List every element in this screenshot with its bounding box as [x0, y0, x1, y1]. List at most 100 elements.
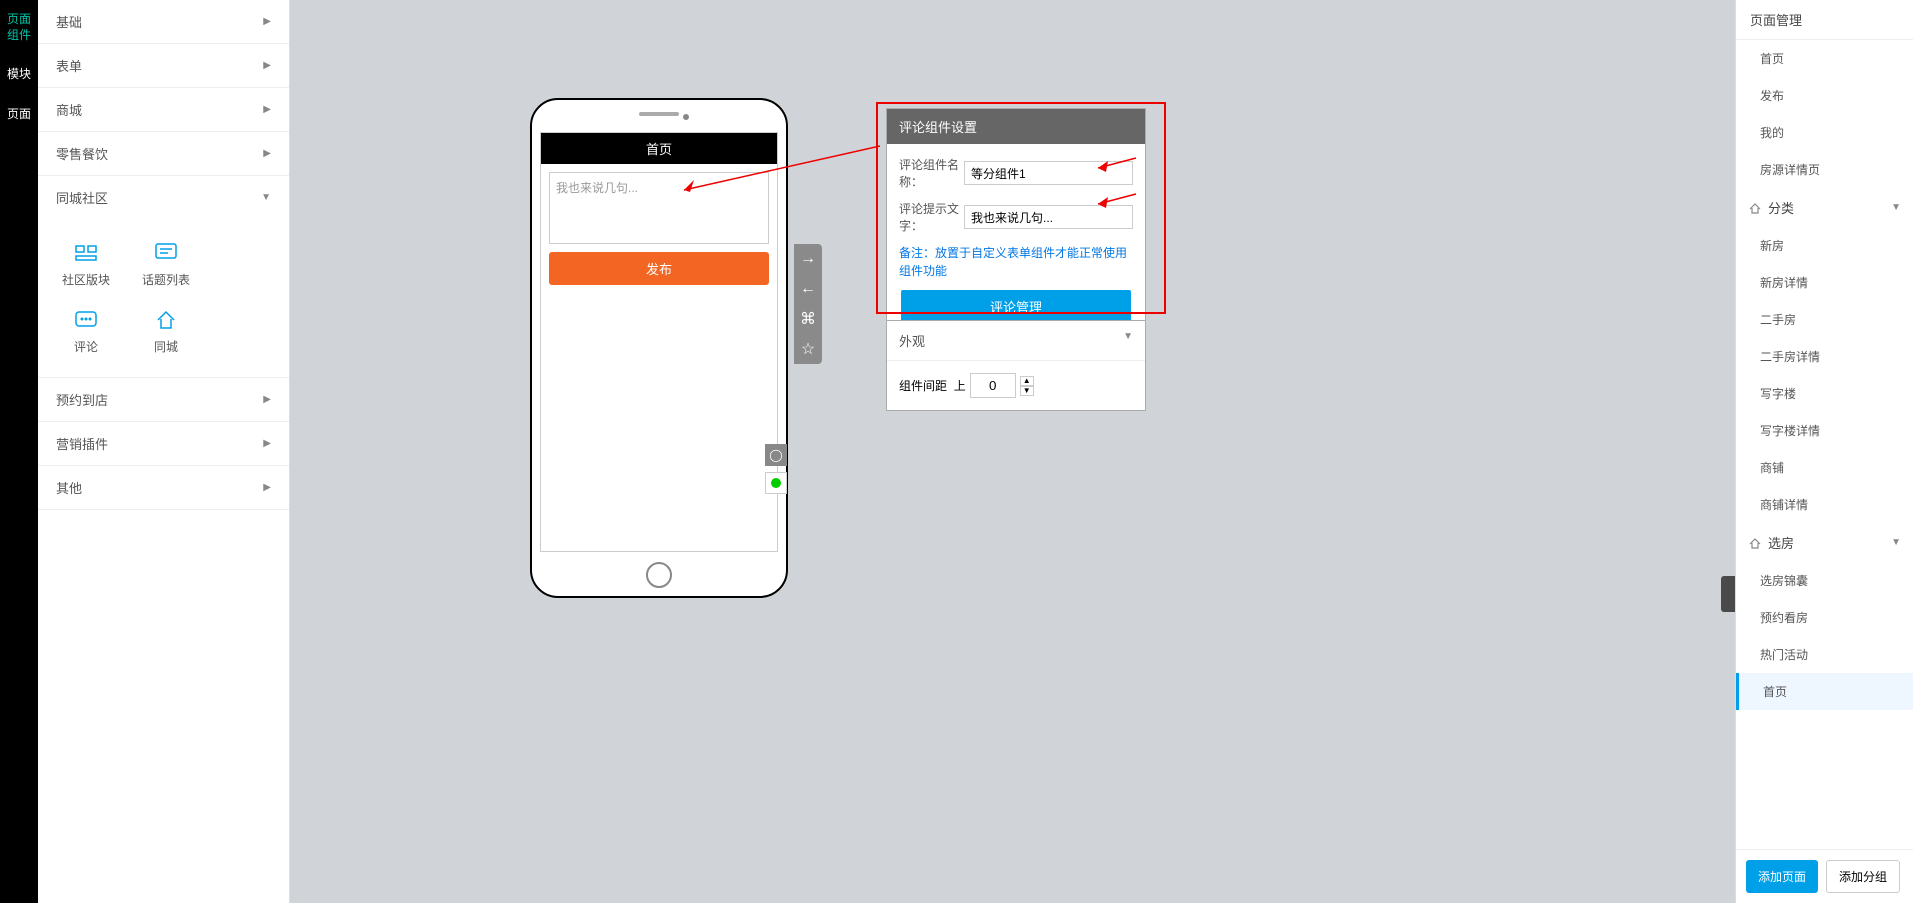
component-tile-comment[interactable]: 评论 [46, 298, 126, 365]
add-page-button[interactable]: 添加页面 [1746, 860, 1818, 893]
float-icons: ◯ [765, 444, 787, 500]
canvas: 首页 我也来说几句... 发布 → ← ⌘ ☆ ◯ 评论组件设置 [290, 0, 1735, 903]
page-item-office-detail[interactable]: 写字楼详情 [1736, 412, 1913, 449]
page-item-hot-events[interactable]: 热门活动 [1736, 636, 1913, 673]
accordion-label: 营销插件 [56, 434, 108, 453]
phone-page-title: 首页 [541, 133, 777, 164]
page-sidebar: 页面管理 首页 发布 我的 房源详情页 分类 ▼ 新房 新房详情 二手房 二手房… [1735, 0, 1913, 903]
chevron-down-icon: ▼ [1891, 537, 1901, 548]
accordion-other[interactable]: 其他 ▶ [38, 466, 289, 509]
chevron-down-icon: ▼ [1891, 202, 1901, 213]
chevron-right-icon: ▶ [263, 438, 271, 449]
settings-hint-input[interactable] [964, 205, 1133, 229]
accordion-label: 同城社区 [56, 188, 108, 207]
accordion-label: 预约到店 [56, 390, 108, 409]
phone-publish-button[interactable]: 发布 [549, 252, 769, 285]
toolbar-link-icon[interactable]: ⌘ [794, 304, 822, 334]
phone-camera-icon [683, 114, 689, 120]
page-group-label: 选房 [1768, 533, 1794, 552]
phone-comment-input[interactable]: 我也来说几句... [549, 172, 769, 244]
stepper-up-icon[interactable]: ▲ [1020, 376, 1034, 386]
component-sidebar: 基础▶ 表单▶ 商城▶ 零售餐饮▶ 同城社区▼ 社区版块 话题列表 评论 同城 … [38, 0, 290, 903]
appearance-header[interactable]: 外观 ▼ [887, 321, 1145, 361]
comment-manage-button[interactable]: 评论管理 [901, 290, 1131, 323]
home-icon [154, 308, 178, 332]
tile-label: 话题列表 [142, 273, 190, 287]
accordion-community[interactable]: 同城社区 ▼ [38, 176, 289, 219]
accordion-form[interactable]: 表单▶ [38, 44, 289, 87]
page-group-category[interactable]: 分类 ▼ [1736, 188, 1913, 227]
page-item-book-visit[interactable]: 预约看房 [1736, 599, 1913, 636]
accordion-label: 商城 [56, 100, 82, 119]
appearance-title: 外观 [899, 331, 925, 350]
home-icon [1748, 536, 1762, 550]
accordion-basic[interactable]: 基础▶ [38, 0, 289, 43]
page-item-shop[interactable]: 商铺 [1736, 449, 1913, 486]
stepper-down-icon[interactable]: ▼ [1020, 386, 1034, 396]
accordion-body-community: 社区版块 话题列表 评论 同城 [38, 219, 289, 377]
tile-label: 同城 [154, 340, 178, 354]
chevron-right-icon: ▶ [263, 148, 271, 159]
page-item-mine[interactable]: 我的 [1736, 114, 1913, 151]
page-item-new-house[interactable]: 新房 [1736, 227, 1913, 264]
page-item-office[interactable]: 写字楼 [1736, 375, 1913, 412]
toolbar-arrow-right-icon[interactable]: → [794, 244, 822, 274]
page-item-second-hand[interactable]: 二手房 [1736, 301, 1913, 338]
headset-icon[interactable]: ◯ [765, 444, 787, 466]
nav-strip-modules[interactable]: 模块 [0, 55, 38, 95]
chevron-right-icon: ▶ [263, 394, 271, 405]
chevron-down-icon: ▼ [261, 192, 271, 203]
settings-panel-title: 评论组件设置 [887, 109, 1145, 144]
nav-strip-page-components[interactable]: 页面 组件 [0, 0, 38, 55]
accordion-mall[interactable]: 商城 ▶ [38, 88, 289, 131]
settings-name-input[interactable] [964, 161, 1133, 185]
page-item-shop-detail[interactable]: 商铺详情 [1736, 486, 1913, 523]
chevron-right-icon: ▶ [263, 482, 271, 493]
nav-strip-pages[interactable]: 页面 [0, 95, 38, 135]
page-item-listing-detail[interactable]: 房源详情页 [1736, 151, 1913, 188]
spacing-label: 组件间距 [899, 377, 947, 394]
toolbar-star-icon[interactable]: ☆ [794, 334, 822, 364]
accordion-label: 零售餐饮 [56, 144, 108, 163]
appearance-panel: 外观 ▼ 组件间距 上 ▲ ▼ [886, 320, 1146, 411]
comment-icon [74, 308, 98, 332]
phone-speaker-icon [639, 112, 679, 116]
chevron-right-icon: ▶ [263, 60, 271, 71]
page-item-publish[interactable]: 发布 [1736, 77, 1913, 114]
collapse-tab[interactable] [1721, 576, 1735, 612]
list-icon [154, 241, 178, 265]
page-item-home[interactable]: 首页 [1736, 40, 1913, 77]
page-item-second-hand-detail[interactable]: 二手房详情 [1736, 338, 1913, 375]
chevron-down-icon: ▼ [1123, 331, 1133, 350]
home-icon [1748, 201, 1762, 215]
settings-note: 备注：放置于自定义表单组件才能正常使用组件功能 [899, 244, 1133, 280]
phone-home-button-icon [646, 562, 672, 588]
page-tree: 首页 发布 我的 房源详情页 分类 ▼ 新房 新房详情 二手房 二手房详情 写字… [1736, 40, 1913, 849]
spacing-input[interactable] [970, 373, 1016, 398]
spacing-stepper: ▲ ▼ [1020, 376, 1034, 396]
canvas-toolbar: → ← ⌘ ☆ [794, 244, 822, 364]
nav-strip: 页面 组件 模块 页面 [0, 0, 38, 903]
toolbar-arrow-left-icon[interactable]: ← [794, 274, 822, 304]
accordion-appointment[interactable]: 预约到店 ▶ [38, 378, 289, 421]
component-tile-topic-list[interactable]: 话题列表 [126, 231, 206, 298]
spacing-side-label: 上 [954, 377, 966, 394]
phone-preview: 首页 我也来说几句... 发布 [530, 98, 788, 598]
accordion-retail[interactable]: 零售餐饮 ▶ [38, 132, 289, 175]
chevron-right-icon: ▶ [263, 104, 271, 115]
component-tile-block[interactable]: 社区版块 [46, 231, 126, 298]
chevron-right-icon: ▶ [263, 16, 271, 27]
component-tile-local[interactable]: 同城 [126, 298, 206, 365]
accordion-label: 其他 [56, 478, 82, 497]
settings-hint-label: 评论提示文字： [899, 200, 964, 234]
tile-label: 社区版块 [62, 273, 110, 287]
page-item-select-home[interactable]: 首页 [1736, 673, 1913, 710]
page-footer: 添加页面 添加分组 [1736, 849, 1913, 903]
settings-name-label: 评论组件名称： [899, 156, 964, 190]
page-item-new-house-detail[interactable]: 新房详情 [1736, 264, 1913, 301]
add-group-button[interactable]: 添加分组 [1826, 860, 1900, 893]
accordion-marketing[interactable]: 营销插件 ▶ [38, 422, 289, 465]
status-dot-icon[interactable] [765, 472, 787, 494]
page-item-tips[interactable]: 选房锦囊 [1736, 562, 1913, 599]
page-group-select[interactable]: 选房 ▼ [1736, 523, 1913, 562]
